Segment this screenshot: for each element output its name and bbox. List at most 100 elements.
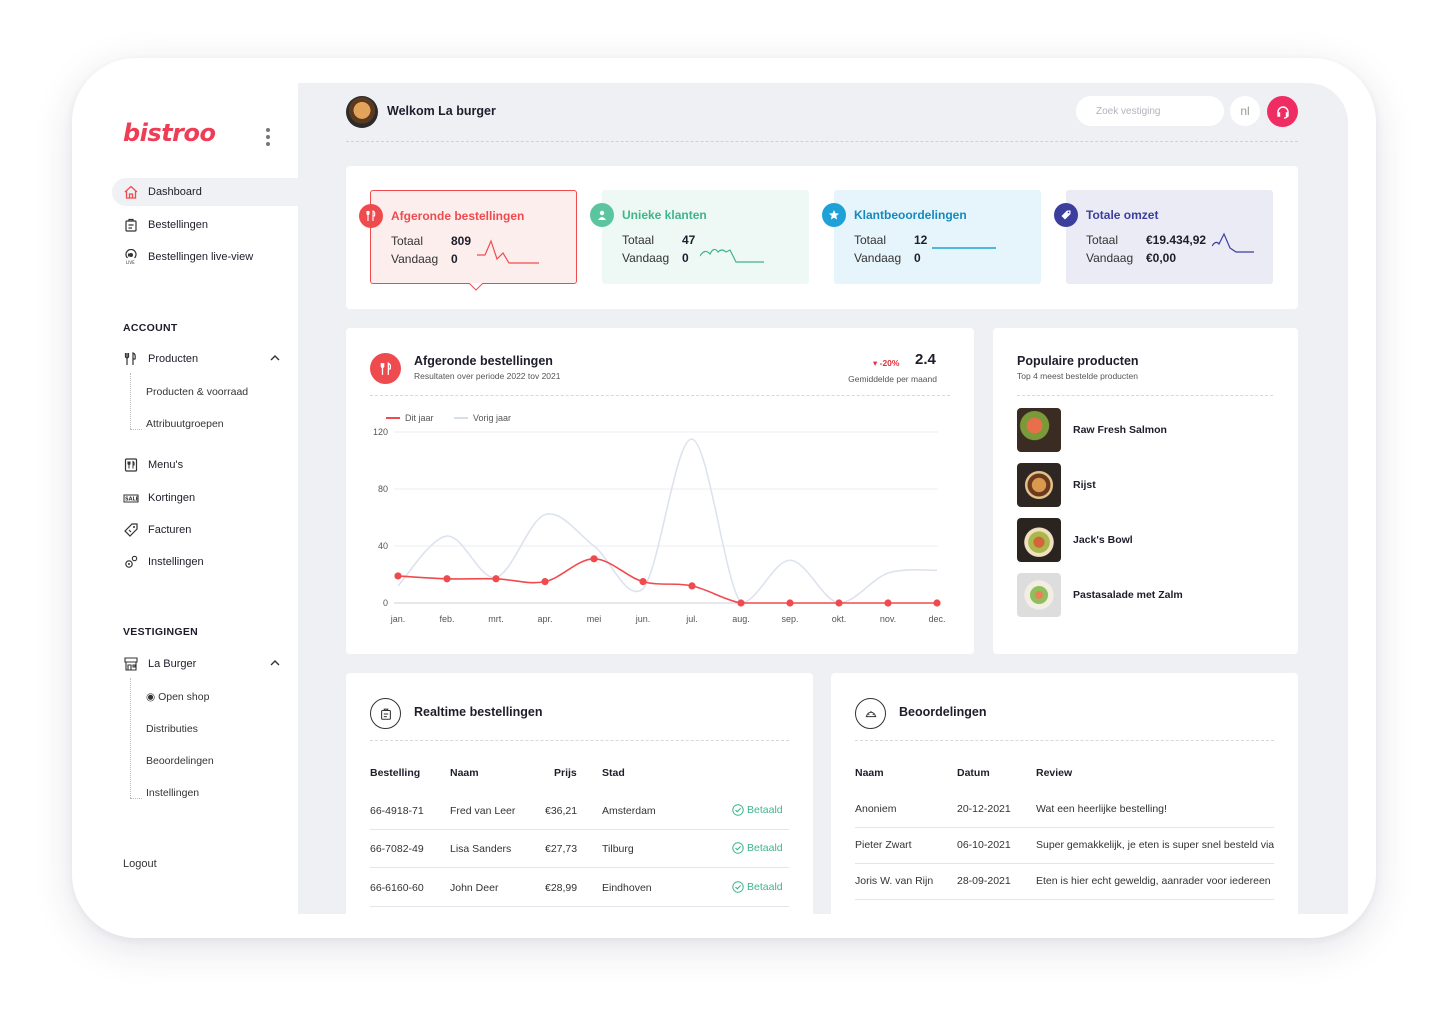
order-name: John Deer — [450, 882, 499, 894]
sidebar-subitem-producten-voorraad[interactable]: Producten & voorraad — [146, 386, 248, 398]
orders-icon — [370, 698, 401, 729]
stat-vandaag-value: 0 — [914, 251, 921, 265]
legend-dit-jaar[interactable]: Dit jaar — [386, 413, 434, 423]
sidebar-subitem-beoordelingen[interactable]: Beoordelingen — [146, 755, 214, 767]
review-name: Anoniem — [855, 803, 897, 815]
sidebar-item-label: Facturen — [148, 524, 192, 536]
sidebar-item-la-burger[interactable]: La Burger — [112, 650, 298, 678]
column-header[interactable]: Bestelling — [370, 767, 420, 779]
svg-text:LIVE: LIVE — [126, 260, 135, 265]
row-divider — [855, 899, 1274, 900]
data-point-dit-jaar — [933, 599, 941, 607]
column-header[interactable]: Naam — [450, 767, 479, 779]
sidebar-item-label: Kortingen — [148, 492, 196, 504]
selected-pointer — [469, 283, 483, 291]
order-id[interactable]: 66-4918-71 — [370, 805, 424, 817]
more-options-icon[interactable] — [266, 128, 270, 146]
sidebar-item-label: Dashboard — [148, 186, 202, 198]
order-id[interactable]: 66-7082-49 — [370, 843, 424, 855]
realtime-title: Realtime bestellingen — [414, 705, 543, 719]
y-tick-label: 40 — [378, 541, 388, 551]
review-text[interactable]: Eten is hier echt geweldig, aanrader voo… — [1036, 875, 1271, 887]
tree-branch — [130, 798, 142, 799]
product-name: Jack's Bowl — [1073, 534, 1133, 546]
sidebar-item-kortingen[interactable]: SALE Kortingen — [112, 484, 298, 512]
review-date: 20-12-2021 — [957, 803, 1011, 815]
popular-subtitle: Top 4 meest bestelde producten — [1017, 371, 1138, 381]
sidebar-subitem-instellingen[interactable]: Instellingen — [146, 787, 199, 799]
order-city: Tilburg — [602, 843, 634, 855]
stat-unieke-klanten[interactable]: Unieke klanten Totaal 47 Vandaag 0 — [590, 190, 809, 284]
logout-link[interactable]: Logout — [123, 858, 157, 870]
sparkline — [932, 247, 996, 249]
stat-totale-omzet[interactable]: Totale omzet Totaal €19.434,92 Vandaag €0,… — [1054, 190, 1273, 284]
chevron-up-icon[interactable] — [270, 353, 280, 365]
stat-totaal-row: Totaal 47 — [622, 233, 696, 247]
x-tick-label: sep. — [781, 614, 798, 624]
stat-totaal-value: €19.434,92 — [1146, 233, 1207, 247]
sidebar-item-producten[interactable]: Producten — [112, 345, 298, 373]
sidebar-item-instellingen[interactable]: Instellingen — [112, 548, 298, 576]
product-item[interactable]: Jack's Bowl — [1017, 518, 1273, 562]
stat-totaal-row: Totaal 809 — [391, 234, 472, 248]
stat-vandaag-value: 0 — [682, 251, 689, 265]
change-badge: ▾ -20% — [873, 358, 900, 368]
sidebar-subitem-attribuutgroepen[interactable]: Attribuutgroepen — [146, 418, 224, 430]
headset-icon — [1276, 105, 1289, 119]
sidebar-subitem-distributies[interactable]: Distributies — [146, 723, 198, 735]
product-name: Raw Fresh Salmon — [1073, 424, 1167, 436]
chart-divider — [370, 395, 950, 396]
x-tick-label: mrt. — [488, 614, 504, 624]
stat-klantbeoordelingen[interactable]: Klantbeoordelingen Totaal 12 Vandaag 0 — [822, 190, 1041, 284]
sidebar-item-live-view[interactable]: LIVE Bestellingen live-view — [112, 243, 298, 271]
account-section-title: ACCOUNT — [123, 322, 178, 334]
y-tick-label: 0 — [383, 598, 388, 608]
x-tick-label: jan. — [390, 614, 406, 624]
y-tick-label: 120 — [373, 427, 388, 437]
product-item[interactable]: Raw Fresh Salmon — [1017, 408, 1273, 452]
sidebar-subitem-open-shop[interactable]: ◉ Open shop — [146, 691, 209, 703]
language-button[interactable]: nl — [1230, 96, 1260, 126]
avatar[interactable] — [346, 96, 378, 128]
data-point-dit-jaar — [835, 599, 843, 607]
welcome-title: Welkom La burger — [387, 104, 496, 118]
column-header[interactable]: Stad — [602, 767, 625, 779]
order-city: Eindhoven — [602, 882, 652, 894]
review-name: Joris W. van Rijn — [855, 875, 934, 887]
stat-totaal-value: 47 — [682, 233, 696, 247]
check-circle-icon — [732, 842, 744, 854]
bistroo-logo[interactable]: bistroo — [123, 119, 216, 147]
app-screen: bistroo Dashboard Bestellingen LIVE Best… — [96, 83, 1348, 914]
order-id[interactable]: 66-6160-60 — [370, 882, 424, 894]
status-badge: Betaald — [732, 881, 783, 893]
line-chart: 0 40 80 120 jan. feb. mrt. apr. mei jun. jul. aug. s… — [373, 427, 946, 624]
cutlery-icon — [359, 204, 383, 228]
product-item[interactable]: Rijst — [1017, 463, 1273, 507]
product-image — [1017, 518, 1061, 562]
sidebar-item-dashboard[interactable]: Dashboard — [112, 178, 298, 206]
sidebar-item-bestellingen[interactable]: Bestellingen — [112, 211, 298, 239]
tree-line — [130, 373, 131, 429]
popular-divider — [1017, 395, 1273, 396]
sidebar-item-facturen[interactable]: Facturen — [112, 516, 298, 544]
data-point-dit-jaar — [737, 599, 745, 607]
data-point-dit-jaar — [639, 578, 647, 586]
x-tick-label: nov. — [880, 614, 896, 624]
product-item[interactable]: Pastasalade met Zalm — [1017, 573, 1273, 617]
review-text[interactable]: Wat een heerlijke bestelling! — [1036, 803, 1167, 815]
data-point-dit-jaar — [688, 582, 696, 590]
stat-afgeronde-bestellingen[interactable]: Afgeronde bestellingen Totaal 809 Vandaag… — [359, 190, 577, 291]
chart-title: Afgeronde bestellingen — [414, 354, 553, 368]
price-tag-icon — [1054, 203, 1078, 227]
chevron-up-icon[interactable] — [270, 658, 280, 670]
review-text[interactable]: Super gemakkelijk, je eten is super snel… — [1036, 839, 1274, 851]
support-button[interactable] — [1267, 96, 1298, 127]
stat-totaal-value: 12 — [914, 233, 928, 247]
cutlery-icon — [122, 350, 140, 368]
sidebar-item-menus[interactable]: Menu's — [112, 451, 298, 479]
column-header[interactable]: Prijs — [554, 767, 577, 779]
search-input[interactable] — [1076, 96, 1224, 126]
legend-vorig-jaar[interactable]: Vorig jaar — [454, 413, 511, 423]
product-image — [1017, 408, 1061, 452]
order-name: Fred van Leer — [450, 805, 516, 817]
